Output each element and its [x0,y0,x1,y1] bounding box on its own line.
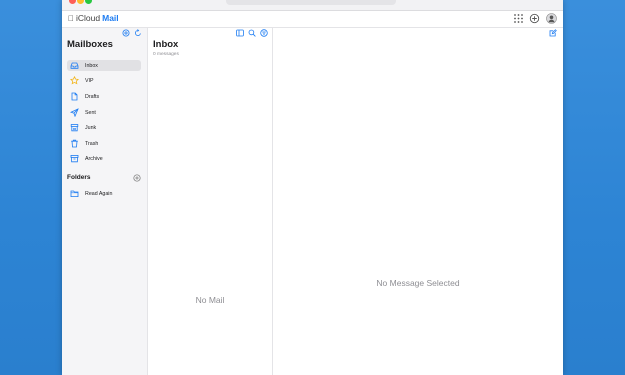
filter-icon[interactable] [260,29,268,37]
junk-icon [70,123,79,132]
empty-list-message: No Mail [195,295,225,305]
mailboxes-sidebar: Mailboxes Inbox VIP Drafts Sent Junk Tra… [62,28,148,375]
toggle-sidebar-icon[interactable] [236,29,244,37]
sidebar-item-drafts[interactable]: Drafts [67,91,141,102]
sidebar-item-trash[interactable]: Trash [67,138,141,149]
sidebar-item-label: Read Again [85,190,113,197]
refresh-icon[interactable] [134,29,142,37]
no-message-selected: No Message Selected [376,278,460,288]
sidebar-item-label: Trash [85,140,99,147]
sidebar-item-inbox[interactable]: Inbox [67,60,141,71]
browser-window:  iCloud Mail [62,0,563,375]
app-logo[interactable]:  iCloud Mail [68,13,119,23]
sent-icon [70,108,79,117]
compose-icon[interactable] [549,29,557,37]
search-icon[interactable] [248,29,256,37]
add-circle-icon[interactable] [529,13,540,24]
app-header:  iCloud Mail [62,11,563,28]
sidebar-item-sent[interactable]: Sent [67,107,141,118]
sidebar-item-label: VIP [85,77,94,84]
sidebar-item-label: Drafts [85,93,100,100]
folders-title: Folders [67,174,91,181]
sidebar-item-archive[interactable]: Archive [67,153,141,164]
sidebar-item-label: Sent [85,109,96,116]
message-list-pane: Inbox 0 messages No Mail [148,28,273,375]
apps-grid-icon[interactable] [513,13,524,24]
message-count: 0 messages [153,52,179,57]
sidebar-toolbar [122,29,142,37]
add-folder-icon[interactable] [133,174,141,182]
brand-app-name: Mail [96,13,119,23]
sidebar-item-vip[interactable]: VIP [67,75,141,86]
inbox-icon [70,61,79,70]
mailboxes-title: Mailboxes [67,39,113,50]
minimize-window-button[interactable] [77,0,84,4]
star-icon [70,76,79,85]
sidebar-item-read-again[interactable]: Read Again [67,188,141,199]
close-window-button[interactable] [69,0,76,4]
brand-prefix: iCloud [70,13,100,23]
sidebar-item-label: Junk [85,124,97,131]
zoom-window-button[interactable] [85,0,92,4]
window-titlebar [62,0,563,11]
account-avatar-icon[interactable] [546,13,557,24]
reading-pane: No Message Selected [273,28,563,375]
mailbox-title: Inbox [153,39,179,50]
address-bar[interactable] [226,0,396,5]
list-toolbar [236,29,268,37]
archive-icon [70,154,79,163]
trash-icon [70,139,79,148]
settings-icon[interactable] [122,29,130,37]
apple-logo-icon:  [68,14,74,23]
sidebar-item-label: Archive [85,155,103,162]
sidebar-item-junk[interactable]: Junk [67,122,141,133]
sidebar-item-label: Inbox [85,62,98,69]
folder-icon [70,189,79,198]
draft-icon [70,92,79,101]
